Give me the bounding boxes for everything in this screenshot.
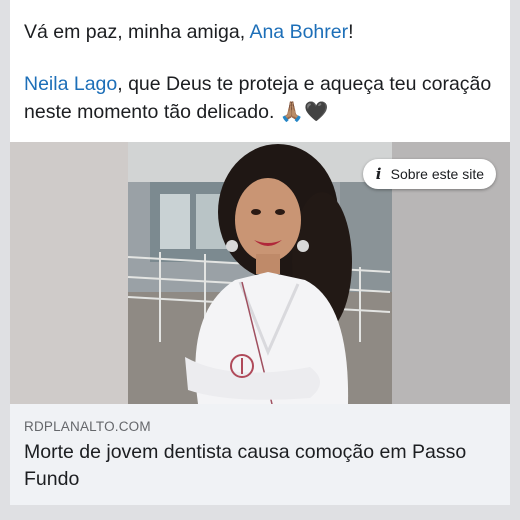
link-headline[interactable]: Morte de jovem dentista causa comoção em… — [24, 439, 494, 493]
link-domain: RDPLANALTO.COM — [24, 419, 151, 434]
link-preview-card[interactable]: i Sobre este site RDPLANALTO.COM Morte d… — [10, 142, 510, 505]
mention-ana-bohrer[interactable]: Ana Bohrer — [249, 21, 348, 43]
info-icon: i — [375, 165, 382, 183]
about-this-site-label: Sobre este site — [390, 166, 484, 182]
post-text-segment: Vá em paz, minha amiga, — [24, 21, 250, 43]
post-line-2: Neila Lago, que Deus te proteja e aqueça… — [24, 70, 494, 126]
facebook-post: Vá em paz, minha amiga, Ana Bohrer! Neil… — [10, 0, 510, 505]
mention-neila-lago[interactable]: Neila Lago — [24, 73, 117, 95]
article-photo[interactable]: i Sobre este site — [10, 142, 510, 404]
post-line-1: Vá em paz, minha amiga, Ana Bohrer! — [24, 18, 494, 46]
feed-divider — [0, 505, 520, 520]
link-meta[interactable]: RDPLANALTO.COM Morte de jovem dentista c… — [24, 418, 494, 493]
post-text: Vá em paz, minha amiga, Ana Bohrer! Neil… — [24, 18, 494, 126]
about-this-site-button[interactable]: i Sobre este site — [362, 159, 496, 189]
post-text-segment: ! — [348, 21, 354, 43]
